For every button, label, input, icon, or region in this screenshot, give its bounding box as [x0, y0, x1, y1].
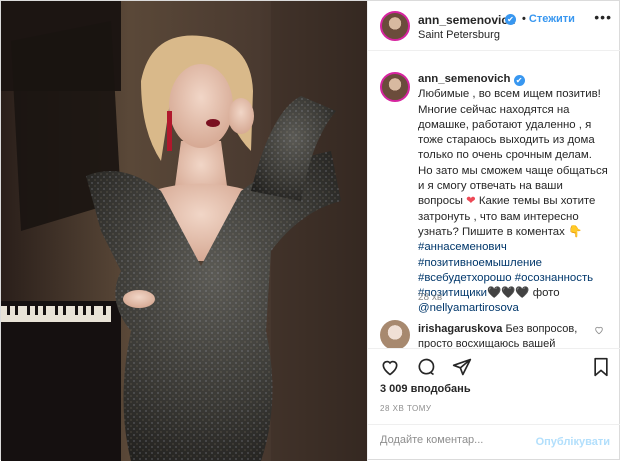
post-actions [368, 348, 620, 388]
caption-verified-icon: ✔ [513, 75, 525, 86]
share-plane-icon[interactable] [452, 357, 472, 380]
caption-author[interactable]: ann_semenovich [418, 73, 510, 85]
instagram-post: ann_semenovich ✔ • Стежити Saint Petersb… [0, 0, 620, 461]
post-photo[interactable] [1, 1, 367, 461]
comment-input[interactable] [380, 434, 540, 446]
post-photo-image [1, 1, 367, 461]
post-header: ann_semenovich ✔ • Стежити Saint Petersb… [368, 1, 620, 51]
author-username[interactable]: ann_semenovich [418, 13, 515, 27]
follow-label[interactable]: Стежити [529, 13, 575, 25]
comments-section: ann_semenovich ✔ Любимые , во всем ищем … [368, 52, 620, 348]
comment-bubble-icon[interactable] [416, 357, 436, 380]
comment-text-block: irishagaruskova Без вопросов, просто вос… [418, 322, 588, 348]
follow-button[interactable]: • Стежити [522, 13, 575, 25]
add-comment-bar: Опублікувати [368, 424, 620, 461]
commenter-username[interactable]: irishagaruskova [418, 323, 502, 335]
caption-author-avatar[interactable] [380, 72, 410, 102]
publish-button[interactable]: Опублікувати [536, 436, 610, 448]
likes-count[interactable]: 3 009 вподобань [380, 383, 471, 395]
black-hearts-emoji-icon: 🖤🖤🖤 [486, 287, 530, 300]
heart-emoji-icon: ❤ [466, 195, 476, 208]
like-heart-icon[interactable] [380, 357, 400, 380]
post-side-panel: ann_semenovich ✔ • Стежити Saint Petersb… [367, 1, 620, 461]
more-options-icon[interactable]: ••• [594, 9, 612, 25]
post-location[interactable]: Saint Petersburg [418, 29, 500, 41]
save-bookmark-icon[interactable] [592, 357, 610, 380]
caption-photo-label: фото [532, 287, 560, 300]
caption-time[interactable]: 28 хв [418, 292, 442, 303]
author-avatar[interactable] [380, 11, 410, 41]
commenter-avatar[interactable] [380, 320, 410, 348]
post-date[interactable]: 28 ХВ ТОМУ [380, 404, 432, 413]
hand-emoji-icon: 👇 [568, 225, 583, 238]
verified-badge-icon: ✔ [505, 14, 516, 25]
caption-text-1: Любимые , во всем ищем позитив! Многие с… [418, 88, 608, 208]
post-caption: ann_semenovich ✔ Любимые , во всем ищем … [418, 72, 608, 317]
caption-mention[interactable]: @nellyamartirosova [418, 302, 519, 314]
comment-like-heart-icon[interactable] [594, 325, 604, 338]
